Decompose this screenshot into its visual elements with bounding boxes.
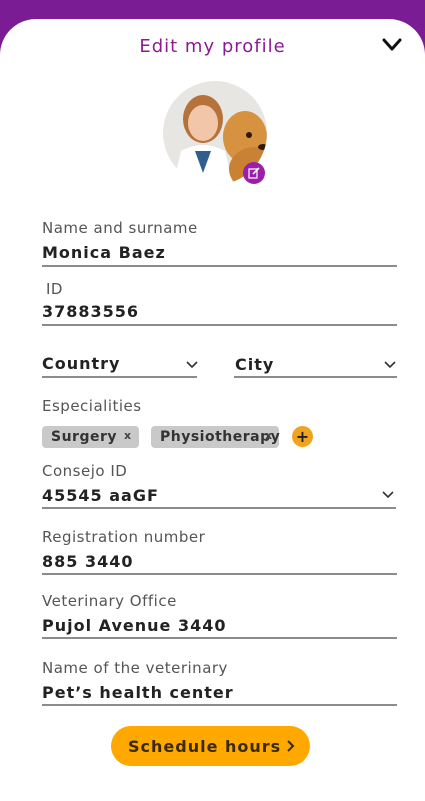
office-label: Veterinary Office: [42, 592, 177, 610]
chip-label: Physiotherapy: [160, 429, 281, 445]
vet-name-label: Name of the veterinary: [42, 659, 228, 677]
chevron-down-icon[interactable]: [381, 490, 395, 500]
consejo-underline: [42, 507, 396, 509]
speciality-chip: Surgery x: [42, 426, 139, 448]
consejo-label: Consejo ID: [42, 462, 128, 480]
vet-name-field[interactable]: Pet’s health center: [42, 683, 234, 702]
add-speciality-button[interactable]: +: [292, 426, 313, 447]
consejo-select[interactable]: 45545 aaGF: [42, 486, 159, 505]
chevron-down-icon[interactable]: [381, 36, 403, 54]
chevron-right-icon: [287, 740, 295, 752]
remove-chip-icon[interactable]: x: [265, 429, 273, 442]
registration-field[interactable]: 885 3440: [42, 552, 134, 571]
schedule-hours-button[interactable]: Schedule hours: [111, 726, 310, 766]
speciality-chip: Physiotherapy x: [151, 426, 281, 448]
vet-name-underline: [42, 704, 397, 706]
schedule-hours-label: Schedule hours: [128, 736, 282, 756]
chip-label: Surgery: [51, 429, 118, 445]
registration-underline: [42, 573, 397, 575]
specialities-label: Especialities: [42, 397, 142, 415]
country-select[interactable]: Country: [42, 354, 120, 373]
office-field[interactable]: Pujol Avenue 3440: [42, 616, 226, 635]
office-underline: [42, 637, 397, 639]
name-underline: [42, 265, 397, 267]
id-field[interactable]: 37883556: [42, 302, 139, 321]
name-field[interactable]: Monica Baez: [42, 243, 166, 262]
registration-label: Registration number: [42, 528, 206, 546]
city-select[interactable]: City: [235, 355, 274, 374]
edit-icon: [248, 167, 260, 179]
name-label: Name and surname: [42, 219, 198, 237]
city-underline: [234, 376, 397, 378]
chevron-down-icon[interactable]: [185, 360, 199, 370]
remove-chip-icon[interactable]: x: [124, 429, 132, 442]
id-underline: [42, 324, 397, 326]
id-label: ID: [46, 280, 63, 298]
country-underline: [42, 376, 197, 378]
page-title: Edit my profile: [139, 36, 286, 57]
chevron-down-icon[interactable]: [383, 360, 397, 370]
edit-photo-button[interactable]: [243, 162, 265, 184]
